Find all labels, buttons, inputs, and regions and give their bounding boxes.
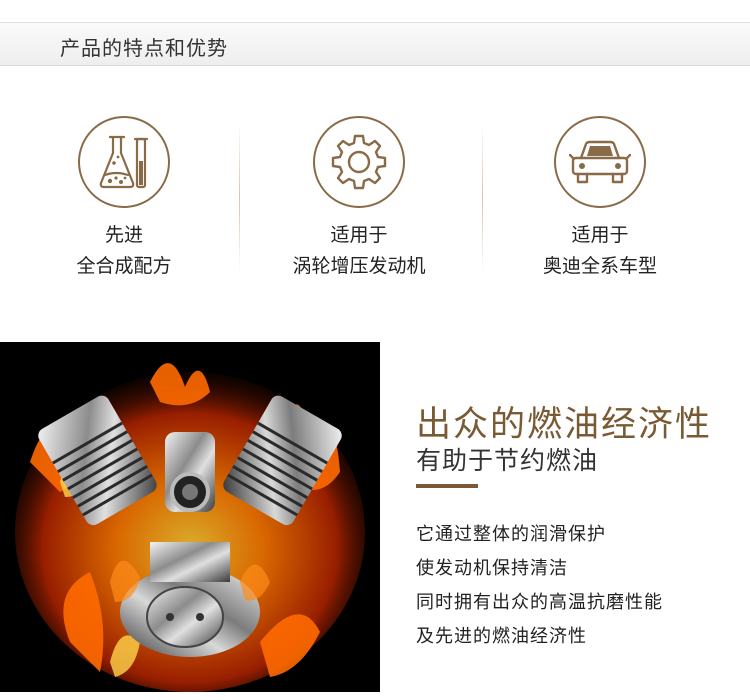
car-icon [554,116,646,208]
section-header: 产品的特点和优势 [0,22,750,66]
accent-divider [416,484,478,488]
description-line: 及先进的燃油经济性 [416,626,587,647]
benefit-title: 出众的燃油经济性 [416,405,713,445]
feature-line-2: 全合成配方 [76,255,172,277]
feature-line-2: 涡轮增压发动机 [292,255,426,277]
benefit-section: 出众的燃油经济性 有助于节约燃油 它通过整体的润滑保护 使发动机保持清洁 同时拥… [380,342,750,692]
benefit-description: 它通过整体的润滑保护 使发动机保持清洁 同时拥有出众的高温抗磨性能 及先进的燃油… [416,518,663,654]
benefit-subtitle: 有助于节约燃油 [416,446,599,475]
engine-image [0,342,380,692]
feature-line-1: 适用于 [330,224,388,246]
feature-divider [239,123,240,273]
feature-line-1: 先进 [104,224,143,246]
feature-formula: 先进 全合成配方 [49,116,199,282]
gear-icon [313,116,405,208]
feature-models: 适用于 奥迪全系车型 [525,116,675,282]
feature-line-2: 奥迪全系车型 [542,255,657,277]
feature-divider [482,123,483,273]
section-title: 产品的特点和优势 [60,36,228,60]
description-line: 使发动机保持清洁 [416,558,568,579]
description-line: 它通过整体的润滑保护 [416,524,606,545]
description-line: 同时拥有出众的高温抗磨性能 [416,592,663,613]
feature-line-1: 适用于 [571,224,629,246]
top-spacer [0,0,750,22]
features-section: 先进 全合成配方 适用于 涡轮增压发动机 适用于 奥迪全系车型 [0,66,750,342]
feature-turbo: 适用于 涡轮增压发动机 [284,116,434,282]
flask-icon [78,116,170,208]
